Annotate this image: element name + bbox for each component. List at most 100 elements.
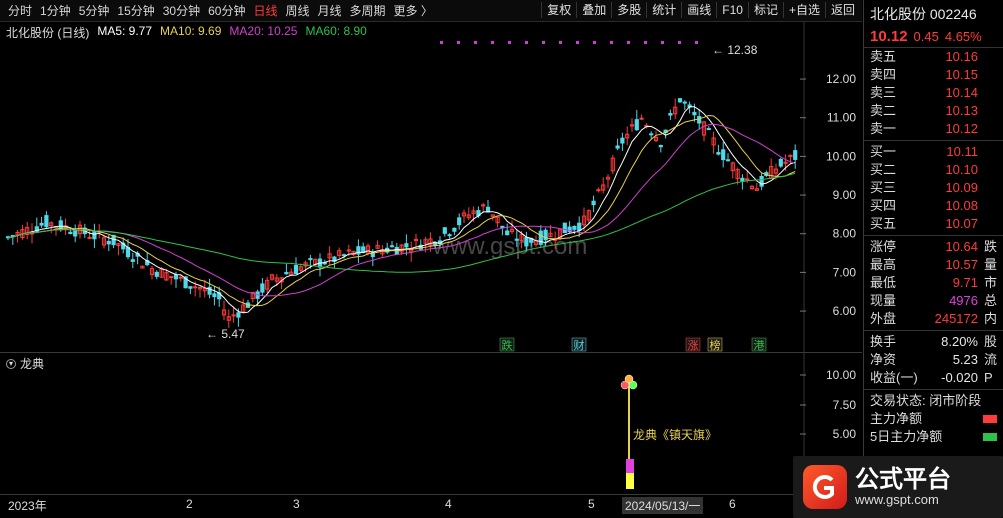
- period-tab-8[interactable]: 月线: [314, 3, 346, 19]
- main-chart[interactable]: 12.00 11.00 10.00 9.00 8.00 7.00 6.00 www.gspt.…: [0, 22, 862, 352]
- tool-button-0[interactable]: 复权: [541, 2, 576, 18]
- candle-body: [87, 236, 92, 239]
- last-price: 10.12: [870, 28, 908, 45]
- candle-body: [92, 231, 97, 240]
- trade-state: 交易状态: 闭市阶段: [870, 393, 982, 408]
- toolbar: 分时 1分钟 5分钟 15分钟 30分钟 60分钟 日线 周线 月线 多周期 更多 〉 复权 叠加 多股…: [0, 0, 862, 22]
- candle-body: [452, 227, 457, 232]
- candle-body: [692, 111, 697, 116]
- signal-dot: [440, 41, 443, 44]
- candle-body: [457, 217, 462, 226]
- ask-4-value: 10.12: [945, 121, 978, 136]
- stat2-1-value: 5.23: [952, 352, 978, 367]
- stat2-0-value: 8.20%: [941, 334, 978, 349]
- stat-0-extra: 跌: [984, 239, 998, 254]
- signal-dot: [610, 41, 613, 44]
- stat-0-label: 涨停: [870, 239, 897, 254]
- candle-body: [538, 230, 543, 245]
- candle-body: [740, 177, 745, 182]
- candle-body: [39, 222, 44, 226]
- period-tab-6[interactable]: 日线: [249, 3, 281, 19]
- signal-dot: [525, 41, 528, 44]
- indicator-chart: 10.00 7.50 5.00 龙典《镇天旗》: [620, 353, 857, 495]
- tool-button-5[interactable]: F10: [716, 2, 748, 18]
- stat2-2-row: 收益(一) -0.020 P: [864, 369, 1003, 387]
- ma5-label: MA5: 9.77: [97, 24, 153, 38]
- tool-button-2[interactable]: 多股: [611, 2, 646, 18]
- ask-1-label: 卖四: [870, 67, 897, 82]
- indicator-panel[interactable]: 10.00 7.50 5.00 龙典《镇天旗》 ▾ 龙典: [0, 352, 862, 495]
- bid-3-value: 10.08: [945, 198, 978, 213]
- main-net-5d-row: 5日主力净额: [864, 428, 1003, 446]
- signal-dot: [542, 41, 545, 44]
- candle-body: [231, 314, 236, 317]
- stock-label: 北化股份 (日线): [6, 26, 90, 40]
- period-tab-2[interactable]: 5分钟: [75, 3, 114, 19]
- y-tick-label: 12.00: [826, 72, 856, 86]
- tool-button-7[interactable]: +自选: [782, 2, 825, 18]
- flag-ornament: [624, 374, 634, 384]
- chevron-down-icon[interactable]: ▾: [6, 358, 16, 369]
- candlestick-chart[interactable]: 12.0011.0010.009.008.007.006.00www.gspt.…: [0, 22, 862, 352]
- signal-dot: [627, 41, 630, 44]
- candle-body: [308, 258, 313, 261]
- stat2-2-extra: P: [984, 370, 993, 385]
- period-tab-5[interactable]: 60分钟: [204, 3, 249, 19]
- signal-dot: [695, 41, 698, 44]
- candle-body: [682, 101, 687, 104]
- stat2-1-label: 净资: [870, 352, 897, 367]
- ask-book: 卖五 10.16 卖四 10.15 卖三 10.14 卖二 10.13 卖一 10.12: [864, 48, 1003, 138]
- ask-0-label: 卖五: [870, 49, 897, 64]
- ask-2-value: 10.14: [945, 85, 978, 100]
- ask-1-row: 卖四 10.15: [864, 66, 1003, 84]
- tool-button-6[interactable]: 标记: [747, 2, 783, 18]
- candle-body: [260, 283, 265, 293]
- stock-name: 北化股份 002246: [870, 6, 977, 22]
- candle-body: [188, 286, 193, 289]
- ask-0-row: 卖五 10.16: [864, 48, 1003, 66]
- tool-button-4[interactable]: 画线: [681, 2, 716, 18]
- period-tab-9[interactable]: 多周期: [346, 3, 390, 19]
- tool-button-1[interactable]: 叠加: [576, 2, 611, 18]
- tool-button-8[interactable]: 返回: [824, 2, 860, 18]
- quote-panel: 北化股份 002246 10.12 0.45 4.65% 卖五 10.16 卖四 10…: [863, 0, 1003, 518]
- candle-body: [697, 116, 702, 124]
- tool-button-3[interactable]: 统计: [646, 2, 681, 18]
- signal-dot: [593, 41, 596, 44]
- stat-1-label: 最高: [870, 257, 897, 272]
- ma-legend: 北化股份 (日线) MA5: 9.77 MA10: 9.69 MA20: 10.…: [6, 24, 367, 41]
- y-tick-label: 10.00: [826, 149, 856, 163]
- stat-2-row: 最低 9.71 市: [864, 274, 1003, 292]
- candle-body: [106, 240, 111, 245]
- ask-3-value: 10.13: [945, 103, 978, 118]
- period-tab-7[interactable]: 周线: [281, 3, 313, 19]
- quote-stats: 涨停 10.64 跌最高 10.57 量最低 9.71 市现量 4976 总外盘 245172 内: [864, 238, 1003, 328]
- stat2-1-extra: 流: [984, 352, 998, 367]
- period-tab-0[interactable]: 分时: [4, 3, 36, 19]
- x-tick-label: 6: [729, 497, 736, 511]
- y-tick-label: 6.00: [833, 304, 857, 318]
- candle-body: [284, 271, 289, 275]
- y-tick-label: 11.00: [827, 111, 856, 125]
- candle-body: [293, 264, 299, 275]
- candle-body: [236, 312, 241, 318]
- candle-body: [759, 175, 764, 187]
- stat-2-extra: 市: [984, 275, 998, 290]
- signal-dot: [576, 41, 579, 44]
- period-tab-3[interactable]: 15分钟: [113, 3, 158, 19]
- y-tick-label: 8.00: [833, 227, 857, 241]
- indicator-legend[interactable]: ▾ 龙典: [6, 355, 44, 372]
- sub-y-tick-label: 5.00: [833, 427, 857, 441]
- stat-3-extra: 总: [984, 293, 998, 308]
- stat-1-row: 最高 10.57 量: [864, 256, 1003, 274]
- bid-book: 买一 10.11 买二 10.10 买三 10.09 买四 10.08 买五 10.07: [864, 143, 1003, 233]
- candle-body: [620, 137, 625, 144]
- period-tab-10[interactable]: 更多 〉: [390, 3, 437, 19]
- ma10-line: [7, 114, 796, 307]
- y-tick-label: 7.00: [833, 265, 857, 279]
- period-tab-4[interactable]: 30分钟: [159, 3, 204, 19]
- period-tab-1[interactable]: 1分钟: [36, 3, 75, 19]
- candle-body: [677, 98, 683, 103]
- bid-2-value: 10.09: [945, 180, 978, 195]
- x-tick-label: 2: [186, 497, 193, 511]
